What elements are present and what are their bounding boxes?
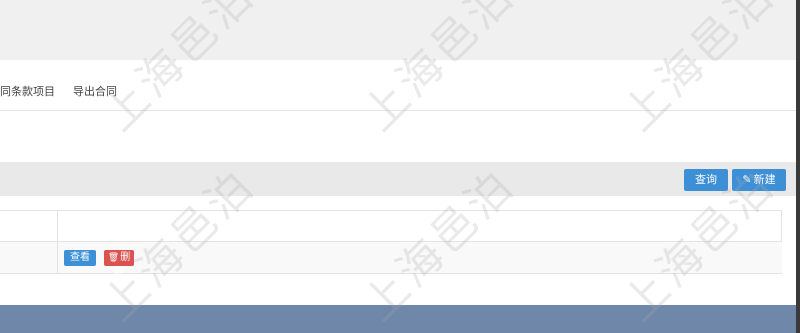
table-header-row bbox=[0, 211, 782, 242]
tab-contract-clause-items[interactable]: 同条款项目 bbox=[0, 83, 55, 99]
trash-icon: 🗑 bbox=[107, 253, 120, 263]
new-button-label: 新建 bbox=[753, 173, 776, 186]
window-edge bbox=[796, 0, 800, 333]
column-divider bbox=[57, 211, 58, 273]
action-toolbar bbox=[0, 162, 796, 196]
tab-export-contract[interactable]: 导出合同 bbox=[73, 83, 117, 99]
contract-tabs: 同条款项目 导出合同 bbox=[0, 76, 135, 106]
tabs-divider bbox=[0, 110, 796, 111]
delete-button[interactable]: 🗑删除 bbox=[104, 250, 134, 279]
pencil-icon: ✎ bbox=[742, 173, 752, 186]
footer-bar bbox=[0, 305, 796, 333]
view-button[interactable]: 查看 bbox=[64, 250, 96, 266]
new-button[interactable]: ✎ 新建 bbox=[732, 169, 786, 191]
query-button[interactable]: 查询 bbox=[684, 169, 728, 191]
top-header-bar bbox=[0, 0, 796, 60]
